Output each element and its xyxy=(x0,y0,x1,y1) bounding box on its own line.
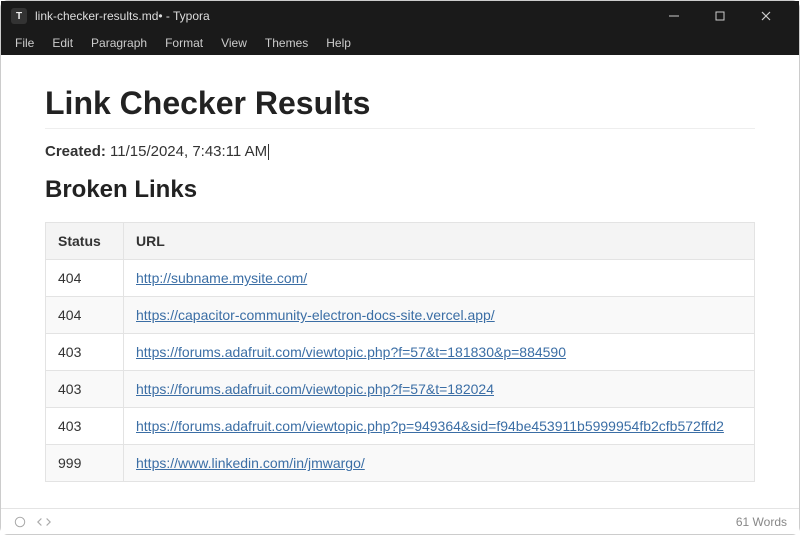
close-button[interactable] xyxy=(743,1,789,31)
editor-content[interactable]: Link Checker Results Created: 11/15/2024… xyxy=(1,55,799,508)
outline-toggle-icon[interactable] xyxy=(13,515,27,529)
broken-link[interactable]: https://capacitor-community-electron-doc… xyxy=(136,307,495,323)
source-mode-icon[interactable] xyxy=(37,515,51,529)
status-cell: 999 xyxy=(46,445,124,482)
app-icon: T xyxy=(11,8,27,24)
col-status: Status xyxy=(46,223,124,260)
broken-link[interactable]: https://forums.adafruit.com/viewtopic.ph… xyxy=(136,344,566,360)
menu-file[interactable]: File xyxy=(7,33,42,53)
url-cell: https://forums.adafruit.com/viewtopic.ph… xyxy=(124,334,755,371)
word-count[interactable]: 61 Words xyxy=(736,515,787,529)
maximize-button[interactable] xyxy=(697,1,743,31)
heading-2[interactable]: Broken Links xyxy=(45,176,755,204)
status-cell: 403 xyxy=(46,334,124,371)
table-header-row: Status URL xyxy=(46,223,755,260)
table-row[interactable]: 403 https://forums.adafruit.com/viewtopic… xyxy=(46,334,755,371)
url-cell: https://forums.adafruit.com/viewtopic.ph… xyxy=(124,408,755,445)
url-cell: http://subname.mysite.com/ xyxy=(124,260,755,297)
table-row[interactable]: 404 http://subname.mysite.com/ xyxy=(46,260,755,297)
menubar: File Edit Paragraph Format View Themes H… xyxy=(1,31,799,55)
broken-link[interactable]: http://subname.mysite.com/ xyxy=(136,270,307,286)
url-cell: https://forums.adafruit.com/viewtopic.ph… xyxy=(124,371,755,408)
statusbar: 61 Words xyxy=(1,508,799,534)
status-cell: 403 xyxy=(46,408,124,445)
created-line[interactable]: Created: 11/15/2024, 7:43:11 AM xyxy=(45,143,755,160)
table-row[interactable]: 403 https://forums.adafruit.com/viewtopic… xyxy=(46,408,755,445)
menu-help[interactable]: Help xyxy=(318,33,359,53)
minimize-button[interactable] xyxy=(651,1,697,31)
window-title: link-checker-results.md• - Typora xyxy=(35,9,651,23)
menu-view[interactable]: View xyxy=(213,33,255,53)
created-value: 11/15/2024, 7:43:11 AM xyxy=(110,143,267,160)
status-cell: 404 xyxy=(46,260,124,297)
window-controls xyxy=(651,1,789,31)
titlebar: T link-checker-results.md• - Typora xyxy=(1,1,799,31)
broken-link[interactable]: https://forums.adafruit.com/viewtopic.ph… xyxy=(136,381,494,397)
col-url: URL xyxy=(124,223,755,260)
heading-1[interactable]: Link Checker Results xyxy=(45,85,755,129)
table-row[interactable]: 999 https://www.linkedin.com/in/jmwargo/ xyxy=(46,445,755,482)
table-row[interactable]: 404 https://capacitor-community-electron-… xyxy=(46,297,755,334)
menu-format[interactable]: Format xyxy=(157,33,211,53)
status-cell: 404 xyxy=(46,297,124,334)
status-cell: 403 xyxy=(46,371,124,408)
menu-edit[interactable]: Edit xyxy=(44,33,81,53)
url-cell: https://capacitor-community-electron-doc… xyxy=(124,297,755,334)
broken-links-table[interactable]: Status URL 404 http://subname.mysite.com/… xyxy=(45,222,755,482)
menu-paragraph[interactable]: Paragraph xyxy=(83,33,155,53)
menu-themes[interactable]: Themes xyxy=(257,33,316,53)
url-cell: https://www.linkedin.com/in/jmwargo/ xyxy=(124,445,755,482)
text-cursor xyxy=(268,144,269,160)
broken-link[interactable]: https://www.linkedin.com/in/jmwargo/ xyxy=(136,455,365,471)
table-row[interactable]: 403 https://forums.adafruit.com/viewtopic… xyxy=(46,371,755,408)
created-label: Created: xyxy=(45,143,106,160)
broken-link[interactable]: https://forums.adafruit.com/viewtopic.ph… xyxy=(136,418,724,434)
